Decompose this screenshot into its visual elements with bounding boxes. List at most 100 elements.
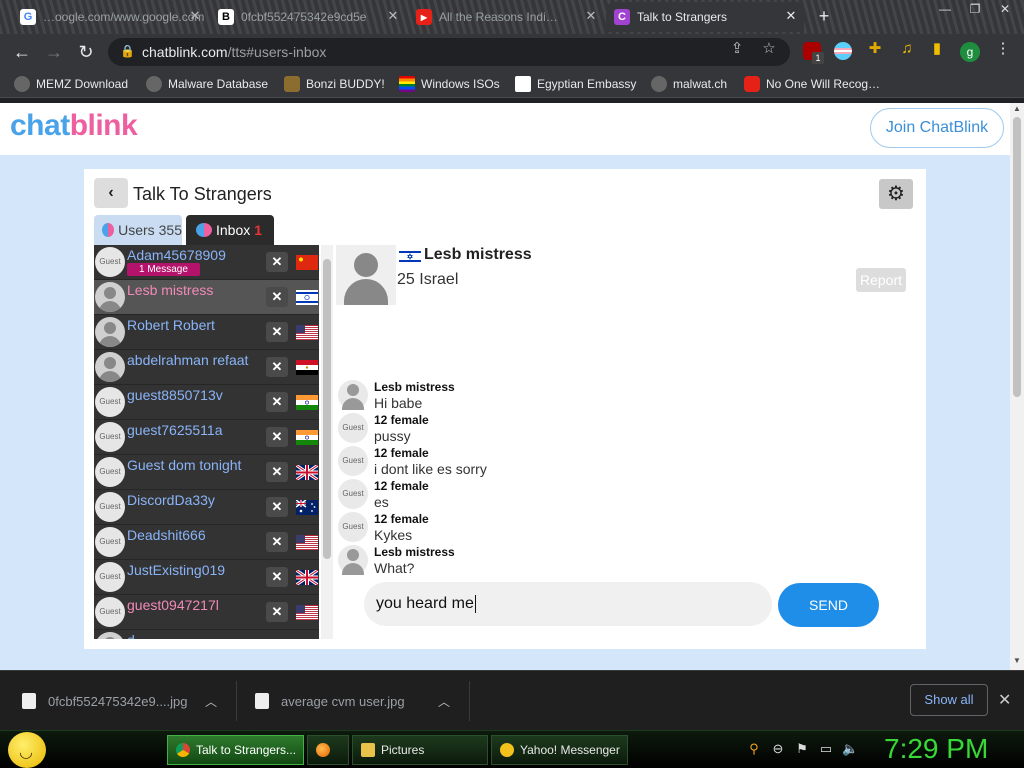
close-tab-icon[interactable]: ✕: [584, 9, 598, 23]
close-tab-icon[interactable]: ✕: [386, 9, 400, 23]
media-control-icon[interactable]: ♫: [898, 40, 916, 58]
israel-flag-icon: [399, 249, 421, 264]
bookmark-item[interactable]: MEMZ Download: [14, 75, 128, 93]
sidebar-icon[interactable]: ▮: [928, 40, 946, 58]
new-tab-icon[interactable]: +: [812, 4, 836, 28]
close-conversation-icon[interactable]: ✕: [266, 252, 288, 272]
tab-inbox[interactable]: Inbox 1: [186, 215, 274, 245]
user-list-item[interactable]: Guest Deadshit666 ✕: [94, 525, 319, 560]
download-options[interactable]: ︿: [205, 687, 221, 715]
close-conversation-icon[interactable]: ✕: [266, 567, 288, 587]
chevron-up-icon: ︿: [205, 694, 218, 709]
address-bar[interactable]: 🔒 chatblink.com/tts#users-inbox: [108, 38, 790, 66]
close-conversation-icon[interactable]: ✕: [266, 462, 288, 482]
user-list-item[interactable]: Guest guest8850713v ✕: [94, 385, 319, 420]
bookmark-item[interactable]: No One Will Recog…: [744, 75, 880, 93]
user-list-item[interactable]: Guest guest0947217l ✕: [94, 595, 319, 630]
avatar: Guest: [95, 562, 125, 592]
user-list-item[interactable]: Robert Robert ✕: [94, 315, 319, 350]
message-input[interactable]: you heard me: [364, 582, 772, 626]
share-icon[interactable]: ⇪: [728, 40, 746, 58]
page-scrollbar[interactable]: ▲ ▼: [1010, 103, 1024, 670]
download-options[interactable]: ︿: [438, 687, 454, 715]
browser-tab-youtube[interactable]: ▶ All the Reasons Indi… ✕: [408, 2, 604, 32]
bookmark-item[interactable]: malwat.ch: [651, 75, 727, 93]
network-icon[interactable]: ▭: [818, 741, 834, 757]
rainbow-flag-icon: [399, 76, 415, 92]
close-conversation-icon[interactable]: ✕: [266, 497, 288, 517]
close-conversation-icon[interactable]: ✕: [266, 602, 288, 622]
forward-arrow-icon[interactable]: →: [42, 40, 66, 64]
maximize-icon[interactable]: ❐: [960, 0, 990, 20]
trans-flag-extension-icon[interactable]: [834, 42, 852, 60]
taskbar-task-pictures[interactable]: Pictures: [352, 735, 488, 765]
user-name: Robert Robert: [127, 317, 215, 333]
user-name: d: [127, 632, 135, 639]
user-list-item[interactable]: Guest JustExisting019 ✕: [94, 560, 319, 595]
more-menu-icon[interactable]: ⋮: [994, 40, 1012, 58]
settings-gear-icon[interactable]: ⚙: [879, 179, 913, 209]
bookmark-item[interactable]: Malware Database: [146, 75, 268, 93]
window-close-icon[interactable]: ✕: [990, 0, 1020, 20]
back-chevron-icon[interactable]: ‹: [94, 178, 128, 208]
close-conversation-icon[interactable]: ✕: [266, 392, 288, 412]
scroll-up-icon[interactable]: ▲: [1010, 104, 1024, 116]
flag-error-icon[interactable]: ⚑: [794, 741, 810, 757]
close-tab-icon[interactable]: ✕: [188, 9, 202, 23]
user-list-item[interactable]: Guest guest7625511a ✕: [94, 420, 319, 455]
show-all-button[interactable]: Show all: [910, 684, 988, 716]
user-list-item[interactable]: abdelrahman refaat ✕: [94, 350, 319, 385]
taskbar-task-yahoo-messenger[interactable]: Yahoo! Messenger: [491, 735, 628, 765]
chatblink-logo[interactable]: chatblink: [10, 109, 138, 143]
taskbar-task-firefox[interactable]: [307, 735, 349, 765]
start-smiley-icon[interactable]: [8, 732, 46, 768]
scrollbar-thumb[interactable]: [1013, 117, 1021, 397]
speaker-icon[interactable]: 🔈: [842, 741, 858, 757]
reload-icon[interactable]: ↻: [74, 40, 98, 64]
user-list-item[interactable]: Guest Guest dom tonight ✕: [94, 455, 319, 490]
bookmark-item[interactable]: Egyptian Embassy: [515, 75, 636, 93]
message-sender: Lesb mistress: [374, 380, 455, 394]
close-conversation-icon[interactable]: ✕: [266, 427, 288, 447]
close-conversation-icon[interactable]: ✕: [266, 322, 288, 342]
user-list-item[interactable]: d: [94, 630, 319, 639]
bookmark-item[interactable]: Windows ISOs: [399, 75, 500, 93]
user-list-scrollbar[interactable]: [321, 245, 333, 639]
minimize-icon[interactable]: —: [930, 0, 960, 20]
search-icon[interactable]: ⚲: [746, 741, 762, 757]
back-arrow-icon[interactable]: ←: [10, 40, 34, 64]
chrome-icon: [176, 743, 190, 757]
folder-icon: [361, 743, 375, 757]
close-conversation-icon[interactable]: ✕: [266, 357, 288, 377]
close-conversation-icon[interactable]: ✕: [266, 532, 288, 552]
chat-message: Guest 12 female Kykes: [338, 512, 838, 545]
browser-tab-image[interactable]: B 0fcbf552475342e9cd5e ✕: [210, 2, 406, 32]
user-list-item[interactable]: Lesb mistress ✕: [94, 280, 319, 315]
close-conversation-icon[interactable]: ✕: [266, 287, 288, 307]
user-list-item[interactable]: Guest Adam45678909 1 Message ✕: [94, 245, 319, 280]
join-chatblink-button[interactable]: Join ChatBlink: [870, 108, 1004, 148]
download-item[interactable]: 0fcbf552475342e9....jpg: [22, 687, 188, 715]
close-icon[interactable]: ✕: [998, 690, 1011, 710]
browser-tab-google[interactable]: G …oogle.com/www.google.com ✕: [12, 2, 208, 32]
send-button[interactable]: SEND: [778, 583, 879, 627]
browser-tab-chatblink[interactable]: C Talk to Strangers ✕: [606, 2, 804, 32]
bookmark-item[interactable]: Bonzi BUDDY!: [284, 75, 385, 93]
report-button[interactable]: Report: [856, 268, 906, 292]
scroll-down-icon[interactable]: ▼: [1010, 656, 1024, 668]
bookmark-star-icon[interactable]: ☆: [760, 40, 778, 58]
user-name: Adam45678909: [127, 247, 226, 263]
profile-avatar[interactable]: g: [960, 42, 980, 62]
tab-users[interactable]: Users 355: [94, 215, 182, 245]
close-tab-icon[interactable]: ✕: [784, 9, 798, 23]
user-list-item[interactable]: Guest DiscordDa33y ✕: [94, 490, 319, 525]
scrollbar-thumb[interactable]: [323, 259, 331, 559]
minus-circle-icon[interactable]: ⊖: [770, 741, 786, 757]
taskbar-clock[interactable]: 7:29 PM: [884, 733, 988, 765]
chat-message: Guest 12 female es: [338, 479, 838, 512]
download-item[interactable]: average cvm user.jpg: [255, 687, 405, 715]
conversation-avatar: [336, 245, 396, 305]
extensions-puzzle-icon[interactable]: ✚: [866, 40, 884, 58]
message-text: es: [374, 494, 389, 510]
taskbar-task-chrome[interactable]: Talk to Strangers...: [167, 735, 304, 765]
